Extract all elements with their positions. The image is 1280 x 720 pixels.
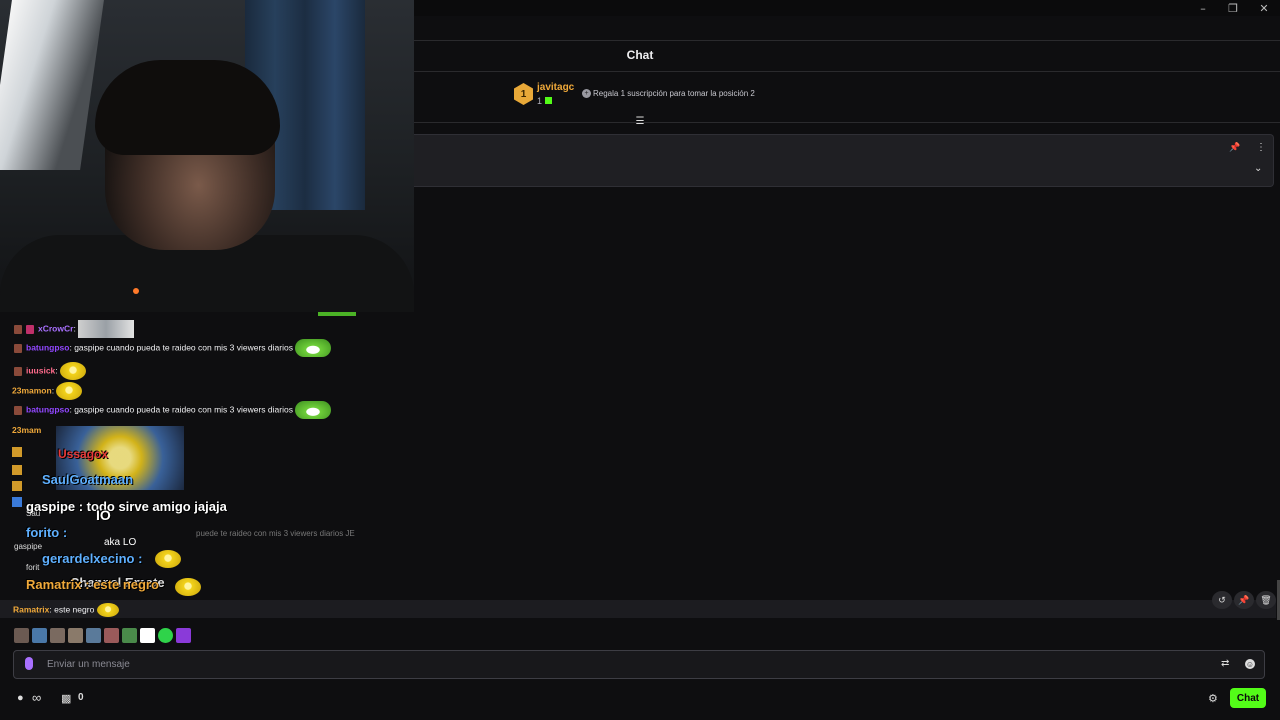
user-avatar <box>14 366 22 376</box>
chat-username[interactable]: Ramatrix <box>13 604 49 614</box>
chat-message: batungpso: gaspipe cuando pueda te raide… <box>14 339 332 357</box>
emote-button[interactable] <box>122 628 137 643</box>
emote-button[interactable] <box>50 628 65 643</box>
chat-text: este negro <box>54 604 95 615</box>
pin-icon[interactable]: 📌 <box>1229 142 1240 153</box>
faded-message: puede te raideo con mis 3 viewers diario… <box>196 529 355 538</box>
emote-image <box>295 339 332 357</box>
chat-message: iuusick: <box>14 362 87 380</box>
chat-message: 23mam <box>12 425 41 435</box>
overlay-username: SaulGoatmaan <box>42 472 134 487</box>
crown-badge-icon <box>12 447 22 457</box>
emote-image <box>56 382 83 400</box>
rank-badge: 1 <box>514 83 533 105</box>
emote-image <box>295 401 332 419</box>
gear-icon[interactable]: ⚙ <box>1208 692 1218 705</box>
chat-input-placeholder[interactable]: Enviar un mensaje <box>47 659 130 670</box>
close-button[interactable]: ✕ <box>1249 0 1279 16</box>
pinned-message <box>414 134 1274 187</box>
gift-count: 0 <box>78 692 84 703</box>
people-icon[interactable]: ● <box>17 692 24 704</box>
leaderboard-count: 1 <box>537 96 552 106</box>
gift-icon: + <box>582 89 591 98</box>
message-hover-bar <box>0 600 1276 618</box>
divider <box>414 122 1280 123</box>
divider <box>414 40 1280 41</box>
user-avatar <box>14 343 22 353</box>
recent-emotes-row <box>14 628 191 644</box>
emote-button[interactable] <box>14 628 29 643</box>
translate-icon[interactable]: ⇄ <box>1221 658 1229 669</box>
chat-title: Chat <box>626 48 654 62</box>
crown-badge-icon <box>12 465 22 475</box>
overlay-message: Ramatrix : este negro <box>26 577 159 592</box>
webcam-hair <box>95 60 280 155</box>
pin-icon[interactable]: 📌 <box>1234 591 1254 609</box>
chat-message: xCrowCr: <box>14 320 135 338</box>
emote-button[interactable] <box>86 628 101 643</box>
gift-icon[interactable]: ▩ <box>61 692 71 705</box>
emote-image <box>60 362 87 380</box>
undo-icon[interactable]: ↺ <box>1212 591 1232 609</box>
overlay-username-small: forit <box>26 563 40 572</box>
emote-button[interactable] <box>176 628 191 643</box>
emote-image <box>155 550 181 568</box>
chat-message: batungpso: gaspipe cuando pueda te raide… <box>14 401 332 419</box>
smile-icon[interactable]: ☺ <box>1245 659 1255 669</box>
minimize-button[interactable]: – <box>1188 0 1218 16</box>
sub-icon <box>544 97 552 104</box>
webcam-window-light <box>0 0 104 170</box>
chat-send-button[interactable]: Chat <box>1230 688 1266 708</box>
user-avatar <box>14 405 22 415</box>
badge-icon <box>12 497 22 507</box>
chat-message-hovered[interactable]: Ramatrix: este negro <box>13 603 119 617</box>
webcam-mic-light <box>133 288 139 294</box>
crown-badge-icon <box>12 481 22 491</box>
leaderboard-username[interactable]: javitagc <box>537 82 574 93</box>
chat-username[interactable]: batungpso <box>26 404 69 414</box>
webcam-feed <box>0 0 414 312</box>
chat-username[interactable]: batungpso <box>26 342 69 352</box>
user-avatar <box>14 324 22 334</box>
divider <box>414 71 1280 72</box>
chat-username[interactable]: xCrowCr <box>38 323 73 333</box>
overlay-text: aka LO <box>104 537 137 548</box>
restore-button[interactable]: ❐ <box>1218 0 1248 16</box>
chevron-down-icon[interactable]: ⌄ <box>1254 163 1262 174</box>
overlay-message: gaspipe : todo sirve amigo jajaja <box>26 499 227 514</box>
overlay-username-small: Sau <box>26 509 41 518</box>
overlay-username: gerardelxecino : <box>42 551 143 566</box>
badge-column <box>12 445 54 595</box>
mic-icon[interactable] <box>25 657 33 670</box>
more-icon[interactable]: ⋮ <box>1256 142 1266 153</box>
viewer-count: ∞ <box>32 690 42 705</box>
chat-text: gaspipe cuando pueda te raideo con mis 3… <box>74 404 293 415</box>
emote-image <box>96 603 119 617</box>
chat-message: 23mamon: <box>12 382 83 400</box>
leaderboard-count-value: 1 <box>537 96 543 106</box>
emote-button[interactable] <box>32 628 47 643</box>
overlay-text: IO <box>96 507 111 523</box>
emote-button[interactable] <box>68 628 83 643</box>
overlay-username: Ussagox <box>58 447 109 461</box>
emote-image <box>175 578 201 596</box>
chat-username[interactable]: iuusick <box>26 365 55 375</box>
emote-button[interactable] <box>158 628 173 643</box>
filter-icon[interactable]: ☰ <box>634 116 646 128</box>
emote-image <box>78 320 135 338</box>
emote-button[interactable] <box>104 628 119 643</box>
overlay-username-small: gaspipe <box>14 542 43 551</box>
badge-icon <box>26 324 34 334</box>
chat-text: gaspipe cuando pueda te raideo con mis 3… <box>74 342 293 353</box>
overlay-username: forito : <box>26 525 68 540</box>
emote-button[interactable] <box>140 628 155 643</box>
emote-partial <box>318 312 356 316</box>
gift-subscription-text[interactable]: Regala 1 suscripción para tomar la posic… <box>593 89 755 98</box>
trash-icon[interactable]: 🗑 <box>1256 591 1276 609</box>
chat-input[interactable] <box>13 650 1265 679</box>
chat-username[interactable]: 23mamon <box>12 385 52 395</box>
chat-username[interactable]: 23mam <box>12 425 41 435</box>
